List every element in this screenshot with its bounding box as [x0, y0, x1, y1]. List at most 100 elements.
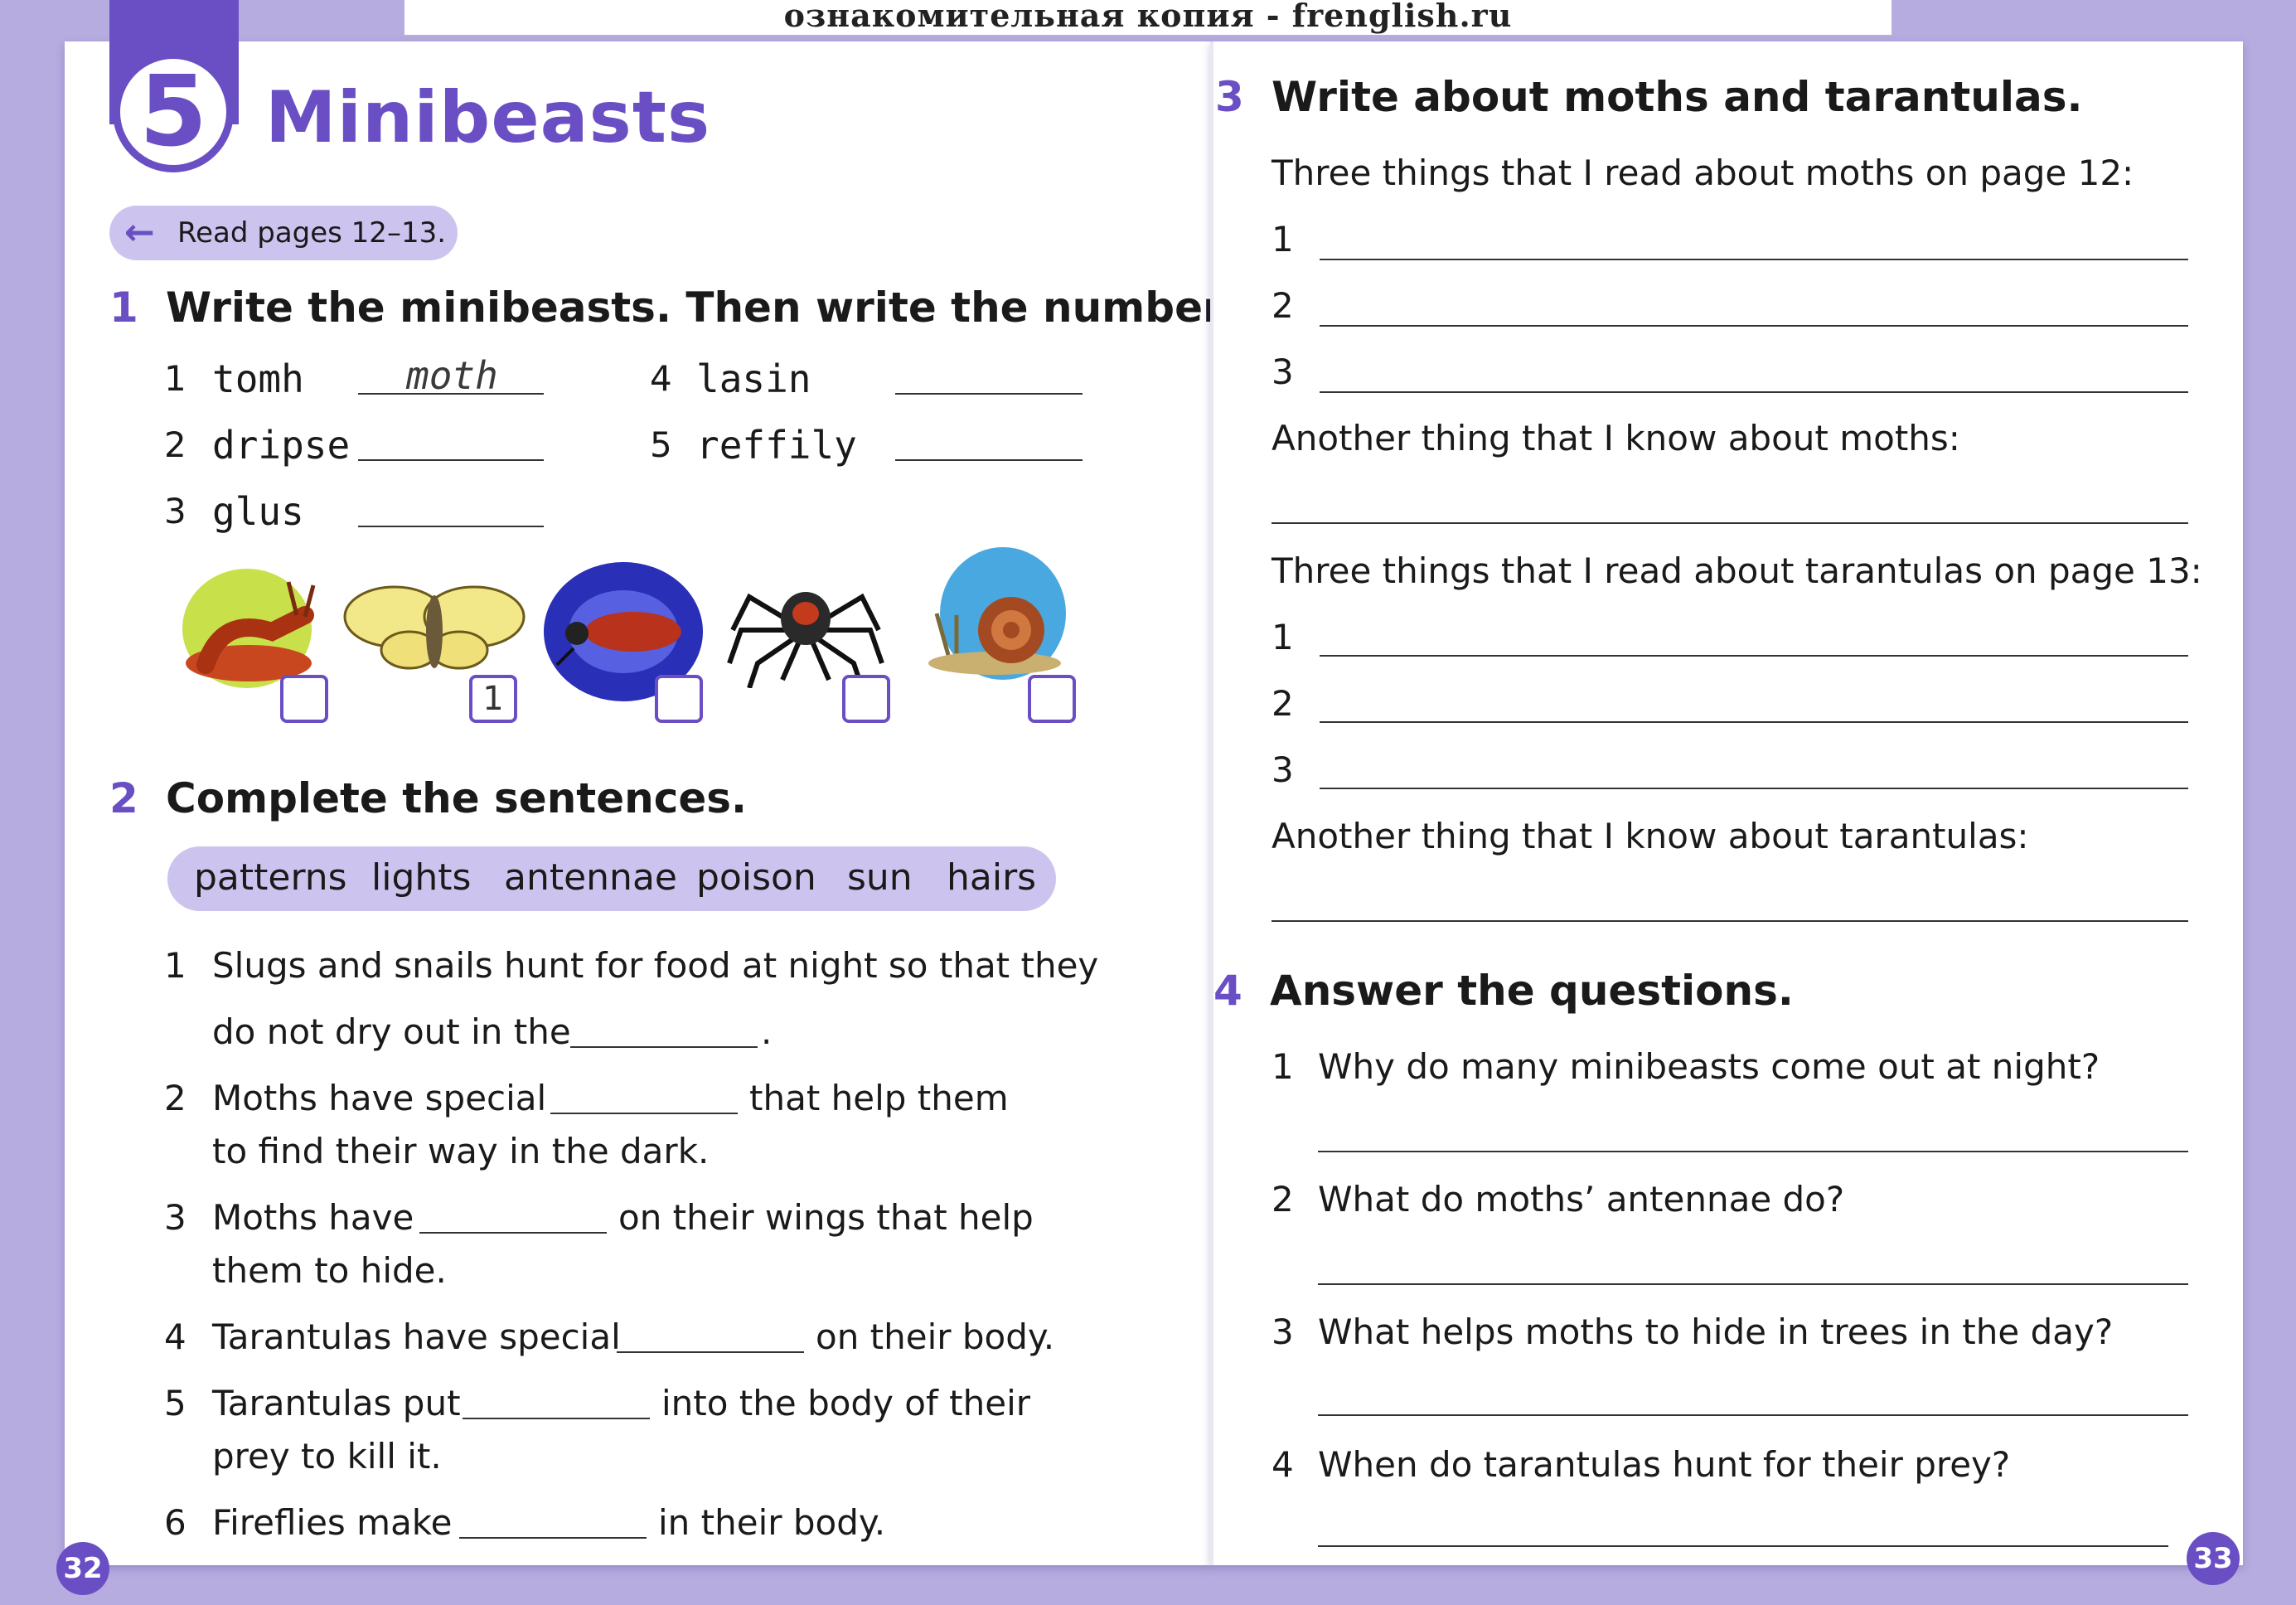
- question-number: 2: [1272, 1179, 1294, 1220]
- picture-number-box[interactable]: [1028, 675, 1076, 723]
- picture-number-box[interactable]: [655, 675, 703, 723]
- answer-line[interactable]: [358, 526, 544, 527]
- ex1-scrambled-word: dripse: [212, 423, 351, 468]
- exercise-2-number: 2: [109, 774, 138, 822]
- sentence-number: 4: [164, 1316, 186, 1357]
- line-number: 3: [1272, 352, 1294, 392]
- picture-number-box[interactable]: [280, 675, 328, 723]
- line-number: 3: [1272, 749, 1294, 790]
- sentence-number: 1: [164, 945, 186, 986]
- picture-number-box[interactable]: 1: [469, 675, 517, 723]
- sentence-text: to find their way in the dark.: [212, 1131, 710, 1171]
- blank-line[interactable]: [463, 1418, 650, 1419]
- question-text: When do tarantulas hunt for their prey?: [1318, 1444, 2011, 1485]
- question-number: 1: [1272, 1046, 1294, 1087]
- exercise-3-number: 3: [1215, 73, 1244, 121]
- blank-line[interactable]: [617, 1351, 804, 1353]
- answer-line[interactable]: [895, 459, 1083, 461]
- answer-line[interactable]: [895, 393, 1083, 395]
- page-number-left: 32: [56, 1542, 109, 1595]
- exercise-4-number: 4: [1213, 967, 1242, 1015]
- sentence-text: that help them: [749, 1078, 1009, 1118]
- moths-another-prompt: Another thing that I know about moths:: [1272, 418, 1960, 458]
- writing-line[interactable]: [1320, 391, 2188, 393]
- question-text: Why do many minibeasts come out at night…: [1318, 1046, 2100, 1087]
- sentence-text: in their body.: [658, 1502, 886, 1543]
- sentence-text: Tarantulas put: [212, 1383, 461, 1423]
- word-bank-item: hairs: [947, 856, 1037, 899]
- word-bank-item: poison: [696, 856, 816, 899]
- unit-title: Minibeasts: [265, 76, 711, 159]
- question-number: 4: [1272, 1444, 1294, 1485]
- answer-line[interactable]: [358, 393, 544, 395]
- tarantulas-another-prompt: Another thing that I know about tarantul…: [1272, 816, 2029, 856]
- sentence-number: 6: [164, 1502, 186, 1543]
- ex1-answer: moth: [406, 353, 498, 398]
- exercise-3-title: Write about moths and tarantulas.: [1272, 73, 2083, 121]
- line-number: 1: [1272, 219, 1294, 259]
- picture-number-box[interactable]: [842, 675, 890, 723]
- sentence-text: on their body.: [816, 1316, 1055, 1357]
- sentence-text: Slugs and snails hunt for food at night …: [212, 945, 1099, 986]
- read-pages-pill: ← Read pages 12–13.: [109, 206, 458, 260]
- exercise-2-title: Complete the sentences.: [166, 774, 748, 822]
- writing-line[interactable]: [1320, 259, 2188, 260]
- ex1-item-number: 5: [650, 424, 672, 465]
- ex1-item-number: 2: [164, 424, 186, 465]
- sentence-text: Fireflies make: [212, 1502, 453, 1543]
- word-bank-item: patterns: [194, 856, 347, 899]
- ex1-item-number: 1: [164, 358, 186, 399]
- word-bank: patterns lights antennae poison sun hair…: [167, 846, 1056, 911]
- sentence-text: Tarantulas have special: [212, 1316, 621, 1357]
- snail-icon: [928, 547, 1066, 680]
- answer-line[interactable]: [1318, 1414, 2188, 1416]
- sentence-number: 5: [164, 1383, 186, 1423]
- exercise-1-title: Write the minibeasts. Then write the num…: [166, 284, 1264, 332]
- ex1-scrambled-word: reffily: [696, 423, 857, 468]
- watermark-banner: ознакомительная копия - frenglish.ru: [404, 0, 1892, 35]
- sentence-text: .: [761, 1011, 773, 1052]
- tarantulas-prompt: Three things that I read about tarantula…: [1272, 550, 2202, 591]
- line-number: 2: [1272, 683, 1294, 724]
- read-pages-label: Read pages 12–13.: [177, 216, 447, 250]
- writing-line[interactable]: [1320, 655, 2188, 657]
- word-bank-item: sun: [847, 856, 913, 899]
- question-text: What helps moths to hide in trees in the…: [1318, 1312, 2114, 1352]
- sentence-text: Moths have: [212, 1197, 414, 1238]
- sentence-text: them to hide.: [212, 1250, 447, 1291]
- sentence-number: 2: [164, 1078, 186, 1118]
- question-number: 3: [1272, 1312, 1294, 1352]
- answer-line[interactable]: [1318, 1151, 2188, 1152]
- sentence-text: prey to kill it.: [212, 1436, 442, 1477]
- page-number-right: 33: [2187, 1532, 2240, 1585]
- writing-line[interactable]: [1272, 920, 2188, 922]
- line-number: 2: [1272, 285, 1294, 326]
- word-bank-item: lights: [371, 856, 472, 899]
- writing-line[interactable]: [1272, 522, 2188, 524]
- answer-line[interactable]: [1318, 1545, 2168, 1547]
- writing-line[interactable]: [1320, 325, 2188, 327]
- answer-line[interactable]: [1318, 1283, 2188, 1285]
- moths-prompt: Three things that I read about moths on …: [1272, 153, 2134, 193]
- answer-line[interactable]: [358, 459, 544, 461]
- question-text: What do moths’ antennae do?: [1318, 1179, 1845, 1220]
- ex1-scrambled-word: tomh: [212, 356, 304, 401]
- sentence-text: into the body of their: [661, 1383, 1030, 1423]
- sentence-text: do not dry out in the: [212, 1011, 571, 1052]
- ex1-scrambled-word: lasin: [696, 356, 811, 401]
- arrow-left-icon: ←: [124, 211, 155, 254]
- unit-number: 5: [113, 51, 234, 172]
- writing-line[interactable]: [1320, 788, 2188, 789]
- ex1-item-number: 3: [164, 491, 186, 531]
- line-number: 1: [1272, 617, 1294, 657]
- exercise-4-title: Answer the questions.: [1270, 967, 1794, 1015]
- exercise-1-number: 1: [109, 284, 138, 332]
- blank-line[interactable]: [459, 1537, 647, 1539]
- blank-line[interactable]: [419, 1232, 607, 1234]
- writing-line[interactable]: [1320, 721, 2188, 723]
- blank-line[interactable]: [550, 1113, 738, 1114]
- word-bank-item: antennae: [504, 856, 677, 899]
- sentence-text: Moths have special: [212, 1078, 547, 1118]
- sentence-text: on their wings that help: [618, 1197, 1034, 1238]
- blank-line[interactable]: [570, 1046, 758, 1048]
